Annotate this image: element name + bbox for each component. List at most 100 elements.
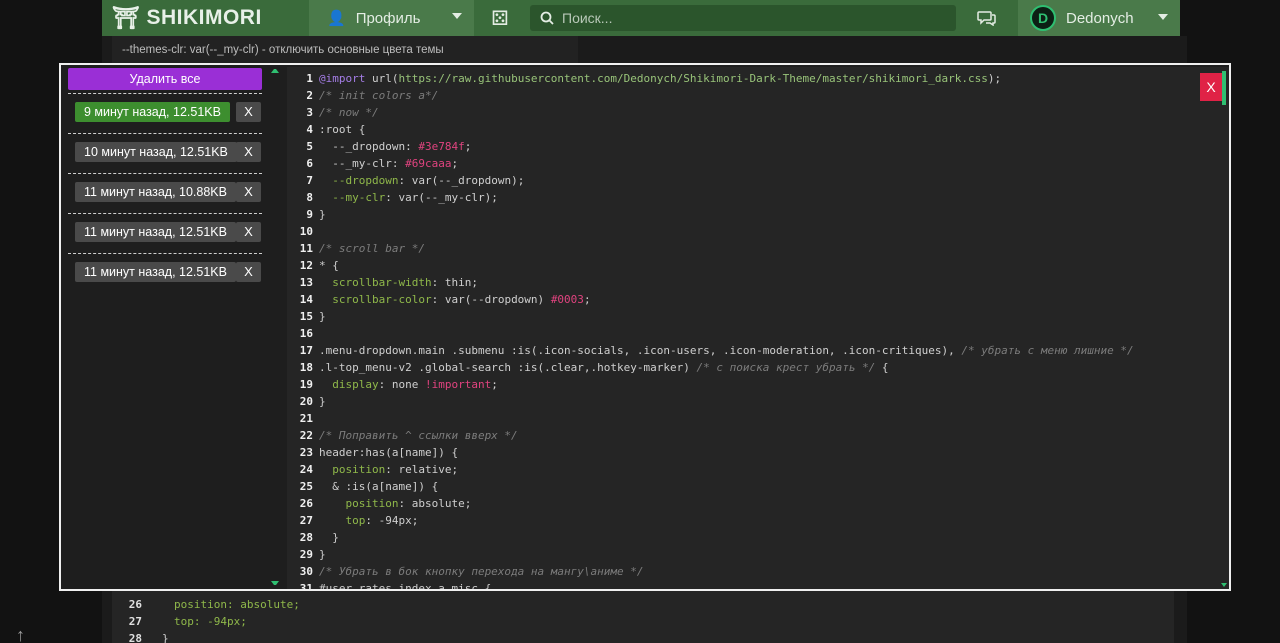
css-history-modal: Удалить все 9 минут назад, 12.51KB X 10 …: [59, 63, 1231, 591]
code-line[interactable]: .l-top_menu-v2 .global-search :is(.clear…: [319, 359, 889, 376]
code-line[interactable]: position: absolute;: [319, 495, 472, 512]
chat-icon[interactable]: [962, 0, 1012, 36]
code-line[interactable]: --_dropdown: #3e784f;: [319, 138, 471, 155]
background-note: --themes-clr: var(--_my-clr) - отключить…: [122, 44, 444, 56]
remove-entry-button[interactable]: X: [236, 222, 261, 242]
line-number: 4: [306, 123, 313, 136]
history-panel: Удалить все 9 минут назад, 12.51KB X 10 …: [61, 65, 273, 589]
line-number: 2: [306, 89, 313, 102]
user-icon: 👤: [327, 10, 346, 27]
bg-line-number: 26: [128, 598, 142, 611]
scrollbar-thumb[interactable]: [1222, 71, 1226, 105]
code-line[interactable]: }: [319, 529, 339, 546]
history-entry: 11 минут назад, 12.51KB X: [68, 253, 262, 291]
bg-code-line: top: -94px;: [174, 615, 247, 628]
remove-entry-button[interactable]: X: [236, 262, 261, 282]
bg-line-number: 27: [128, 615, 142, 628]
code-line[interactable]: scrollbar-width: thin;: [319, 274, 478, 291]
remove-entry-button[interactable]: X: [236, 142, 261, 162]
code-line[interactable]: .menu-dropdown.main .submenu :is(.icon-s…: [319, 342, 1134, 359]
random-dice-icon[interactable]: ⚄: [480, 0, 520, 36]
bg-code-line: position: absolute;: [174, 598, 300, 611]
line-number: 3: [306, 106, 313, 119]
code-line[interactable]: }: [319, 206, 326, 223]
history-entry-button[interactable]: 11 минут назад, 12.51KB: [75, 222, 236, 242]
line-number: 14: [299, 293, 313, 306]
line-number: 6: [306, 157, 313, 170]
scroll-to-top-icon[interactable]: ↑: [16, 625, 25, 643]
code-line[interactable]: top: -94px;: [319, 512, 419, 529]
line-number: 31: [299, 582, 313, 589]
history-entry-button[interactable]: 11 минут назад, 10.88KB: [75, 182, 236, 202]
code-editor[interactable]: 1 @import url(https://raw.githubuserconte…: [287, 67, 1229, 589]
search-input[interactable]: [562, 10, 942, 26]
code-line[interactable]: }: [319, 546, 326, 563]
code-line[interactable]: /* Поправить ^ ссылки вверх */: [319, 427, 518, 444]
line-number: 28: [299, 531, 313, 544]
line-number: 10: [299, 225, 313, 238]
site-logo[interactable]: ⛩ SHIKIMORI: [102, 6, 307, 31]
line-number: 7: [306, 174, 313, 187]
code-line[interactable]: /* scroll bar */: [319, 240, 425, 257]
scroll-up-icon[interactable]: [271, 67, 279, 73]
code-line[interactable]: * {: [319, 257, 339, 274]
profile-label: Профиль: [355, 9, 421, 27]
line-number: 15: [299, 310, 313, 323]
code-line[interactable]: /* Убрать в бок кнопку перехода на мангу…: [319, 563, 644, 580]
username: Dedonych: [1066, 9, 1134, 27]
line-number: 20: [299, 395, 313, 408]
line-number: 9: [306, 208, 313, 221]
line-number: 8: [306, 191, 313, 204]
code-line[interactable]: @import url(https://raw.githubuserconten…: [319, 70, 1001, 87]
line-number: 30: [299, 565, 313, 578]
code-line[interactable]: }: [319, 393, 326, 410]
code-line[interactable]: --_my-clr: #69caaa;: [319, 155, 458, 172]
delete-all-button[interactable]: Удалить все: [68, 68, 262, 90]
code-line[interactable]: /* now */: [319, 104, 379, 121]
code-line[interactable]: --my-clr: var(--_my-clr);: [319, 189, 498, 206]
line-number: 21: [299, 412, 313, 425]
background-note-cut: [122, 36, 568, 43]
code-line[interactable]: /* init colors a*/: [319, 87, 438, 104]
bg-code-line: }: [162, 632, 169, 643]
background-notes: --themes-clr: var(--_my-clr) - отключить…: [112, 36, 578, 64]
profile-menu-button[interactable]: 👤 Профиль: [309, 0, 474, 36]
code-line[interactable]: }: [319, 308, 326, 325]
close-button[interactable]: X: [1200, 73, 1222, 101]
scroll-down-icon[interactable]: [271, 581, 279, 587]
code-line[interactable]: --dropdown: var(--_dropdown);: [319, 172, 524, 189]
line-number: 29: [299, 548, 313, 561]
line-number: 12: [299, 259, 313, 272]
user-menu-button[interactable]: D Dedonych: [1018, 0, 1180, 36]
line-number: 5: [306, 140, 313, 153]
scroll-down-icon[interactable]: [1221, 583, 1227, 587]
history-entry-button[interactable]: 11 минут назад, 12.51KB: [75, 262, 236, 282]
logo-text: SHIKIMORI: [146, 6, 262, 29]
background-code: 26 position: absolute; 27 top: -94px; 28…: [112, 590, 1174, 643]
history-entry: 9 минут назад, 12.51KB X: [68, 93, 262, 131]
bg-line-number: 28: [128, 632, 142, 643]
line-number: 16: [299, 327, 313, 340]
code-line[interactable]: & :is(a[name]) {: [319, 478, 438, 495]
history-scrollbar[interactable]: [271, 67, 279, 587]
line-number: 17: [299, 344, 313, 357]
chevron-down-icon: [452, 13, 462, 19]
line-number: 22: [299, 429, 313, 442]
history-entry-button[interactable]: 10 минут назад, 12.51KB: [75, 142, 237, 162]
line-number: 18: [299, 361, 313, 374]
remove-entry-button[interactable]: X: [236, 182, 261, 202]
history-entry: 11 минут назад, 10.88KB X: [68, 173, 262, 211]
logo-icon: ⛩: [112, 5, 141, 31]
line-number: 1: [306, 72, 313, 85]
editor-scrollbar[interactable]: [1221, 67, 1229, 589]
code-line[interactable]: header:has(a[name]) {: [319, 444, 458, 461]
line-number: 25: [299, 480, 313, 493]
code-line[interactable]: scrollbar-color: var(--dropdown) #0003;: [319, 291, 590, 308]
code-line[interactable]: :root {: [319, 121, 365, 138]
code-line[interactable]: #user_rates_index a.misc {: [319, 580, 491, 589]
code-line[interactable]: position: relative;: [319, 461, 458, 478]
history-entry-button[interactable]: 9 минут назад, 12.51KB: [75, 102, 230, 122]
code-line[interactable]: display: none !important;: [319, 376, 498, 393]
remove-entry-button[interactable]: X: [236, 102, 261, 122]
search-icon: [540, 11, 554, 25]
